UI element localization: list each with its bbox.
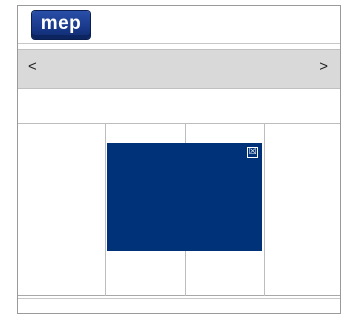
mep-logo[interactable]: mep — [32, 11, 90, 39]
content-band — [18, 89, 340, 124]
page-frame: mep < > ☒ — [17, 5, 341, 314]
navigation-bar: < > — [18, 49, 340, 89]
header: mep — [18, 6, 340, 44]
previous-button[interactable]: < — [28, 58, 37, 75]
next-button[interactable]: > — [319, 58, 328, 75]
ad-popup[interactable]: ☒ — [107, 143, 262, 251]
grid-divider — [105, 124, 106, 296]
close-icon[interactable]: ☒ — [247, 147, 258, 158]
footer-band — [18, 298, 340, 313]
grid-divider — [264, 124, 265, 296]
